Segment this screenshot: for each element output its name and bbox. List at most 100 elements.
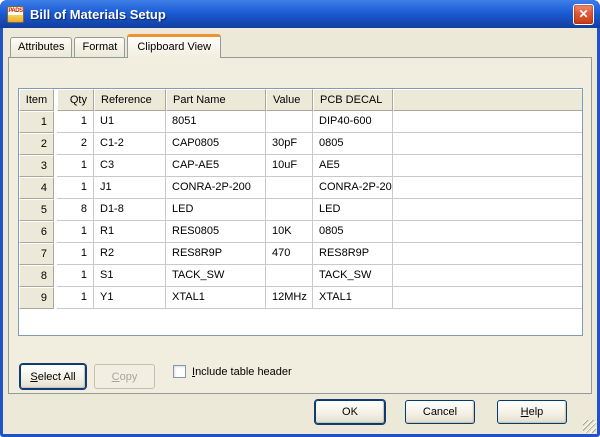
cell-blank[interactable] (393, 243, 582, 265)
table-row: 41J1CONRA-2P-200CONRA-2P-200 (19, 177, 582, 199)
cell-pcb_decal[interactable]: DIP40-600 (313, 111, 393, 133)
help-button[interactable]: Help (497, 400, 567, 424)
column-header-qty: Qty (57, 89, 94, 111)
cell-qty[interactable]: 2 (57, 133, 94, 155)
cell-reference[interactable]: Y1 (94, 287, 166, 309)
cell-pcb_decal[interactable]: 0805 (313, 221, 393, 243)
cell-value[interactable]: 470 (266, 243, 313, 265)
dialog-window: PADS Bill of Materials Setup ✕ Attribute… (0, 0, 600, 437)
tab-attributes[interactable]: Attributes (10, 37, 72, 57)
cell-value[interactable] (266, 111, 313, 133)
include-table-header-checkbox[interactable] (173, 365, 186, 378)
cell-reference[interactable]: D1-8 (94, 199, 166, 221)
cell-pcb_decal[interactable]: AE5 (313, 155, 393, 177)
cell-blank[interactable] (393, 265, 582, 287)
row-header-cell[interactable]: 3 (19, 155, 54, 177)
table-row: 91Y1XTAL112MHzXTAL1 (19, 287, 582, 309)
cell-value[interactable] (266, 265, 313, 287)
cell-part_name[interactable]: CAP-AE5 (166, 155, 266, 177)
cell-pcb_decal[interactable]: TACK_SW (313, 265, 393, 287)
cell-reference[interactable]: C1-2 (94, 133, 166, 155)
cell-qty[interactable]: 1 (57, 111, 94, 133)
select-all-button[interactable]: Select All (20, 364, 86, 389)
row-header-cell[interactable]: 7 (19, 243, 54, 265)
cell-reference[interactable]: R2 (94, 243, 166, 265)
row-header-cell[interactable]: 6 (19, 221, 54, 243)
row-data: 1R1RES080510K0805 (57, 221, 582, 243)
bom-table: ItemQtyReferencePart NameValuePCB DECAL … (18, 88, 583, 336)
cell-blank[interactable] (393, 155, 582, 177)
cell-pcb_decal[interactable]: LED (313, 199, 393, 221)
row-data: 1S1TACK_SWTACK_SW (57, 265, 582, 287)
cell-part_name[interactable]: TACK_SW (166, 265, 266, 287)
cell-part_name[interactable]: LED (166, 199, 266, 221)
table-body: 11U18051DIP40-60022C1-2CAP080530pF080531… (19, 111, 582, 309)
row-header-cell[interactable]: 4 (19, 177, 54, 199)
cell-blank[interactable] (393, 199, 582, 221)
titlebar[interactable]: PADS Bill of Materials Setup ✕ (0, 0, 600, 28)
ok-label: OK (342, 406, 358, 418)
cell-reference[interactable]: R1 (94, 221, 166, 243)
cancel-button[interactable]: Cancel (405, 400, 475, 424)
cell-part_name[interactable]: CONRA-2P-200 (166, 177, 266, 199)
cell-qty[interactable]: 1 (57, 287, 94, 309)
tab-strip: Attributes Format Clipboard View (10, 34, 223, 57)
row-header-cell[interactable]: 9 (19, 287, 54, 309)
cell-part_name[interactable]: RES8R9P (166, 243, 266, 265)
cell-part_name[interactable]: CAP0805 (166, 133, 266, 155)
table-row: 61R1RES080510K0805 (19, 221, 582, 243)
cell-reference[interactable]: S1 (94, 265, 166, 287)
include-header-row: Include table header (173, 365, 292, 378)
row-header-cell[interactable]: 1 (19, 111, 54, 133)
row-header-cell[interactable]: 8 (19, 265, 54, 287)
cell-qty[interactable]: 1 (57, 155, 94, 177)
clipboard-view-panel: ItemQtyReferencePart NameValuePCB DECAL … (8, 57, 592, 394)
tab-clipboard-view[interactable]: Clipboard View (127, 34, 221, 58)
help-label: Help (521, 406, 544, 418)
cell-value[interactable] (266, 199, 313, 221)
ok-button[interactable]: OK (315, 400, 385, 424)
column-header-reference: Reference (94, 89, 166, 111)
cell-part_name[interactable]: RES0805 (166, 221, 266, 243)
column-header-pcb-decal: PCB DECAL (313, 89, 393, 111)
cell-blank[interactable] (393, 133, 582, 155)
cell-pcb_decal[interactable]: 0805 (313, 133, 393, 155)
cell-qty[interactable]: 1 (57, 243, 94, 265)
cell-blank[interactable] (393, 177, 582, 199)
cell-part_name[interactable]: 8051 (166, 111, 266, 133)
row-data: 2C1-2CAP080530pF0805 (57, 133, 582, 155)
cell-qty[interactable]: 1 (57, 177, 94, 199)
pads-app-icon[interactable]: PADS (7, 6, 24, 23)
table-row: 11U18051DIP40-600 (19, 111, 582, 133)
tab-format[interactable]: Format (74, 37, 125, 57)
resize-grip[interactable] (583, 420, 596, 433)
cell-value[interactable] (266, 177, 313, 199)
row-header-cell[interactable]: 5 (19, 199, 54, 221)
cell-reference[interactable]: C3 (94, 155, 166, 177)
row-data: 8D1-8LEDLED (57, 199, 582, 221)
cell-blank[interactable] (393, 287, 582, 309)
cell-value[interactable]: 10uF (266, 155, 313, 177)
row-data: 1U18051 DIP40-600 (57, 111, 582, 133)
cell-pcb_decal[interactable]: XTAL1 (313, 287, 393, 309)
cell-value[interactable]: 12MHz (266, 287, 313, 309)
cell-pcb_decal[interactable]: RES8R9P (313, 243, 393, 265)
row-header-cell[interactable]: 2 (19, 133, 54, 155)
copy-button[interactable]: Copy (94, 364, 155, 389)
cell-value[interactable]: 10K (266, 221, 313, 243)
cell-pcb_decal[interactable]: CONRA-2P-200 (313, 177, 393, 199)
cell-reference[interactable]: J1 (94, 177, 166, 199)
close-icon[interactable]: ✕ (573, 4, 594, 25)
cell-value[interactable]: 30pF (266, 133, 313, 155)
row-data: 1C3CAP-AE510uFAE5 (57, 155, 582, 177)
column-header-blank (393, 89, 582, 111)
copy-label: Copy (112, 371, 138, 383)
include-table-header-label[interactable]: Include table header (192, 366, 292, 378)
cell-reference[interactable]: U1 (94, 111, 166, 133)
cell-qty[interactable]: 1 (57, 221, 94, 243)
cell-qty[interactable]: 1 (57, 265, 94, 287)
cell-blank[interactable] (393, 221, 582, 243)
cell-blank[interactable] (393, 111, 582, 133)
cell-part_name[interactable]: XTAL1 (166, 287, 266, 309)
cell-qty[interactable]: 8 (57, 199, 94, 221)
